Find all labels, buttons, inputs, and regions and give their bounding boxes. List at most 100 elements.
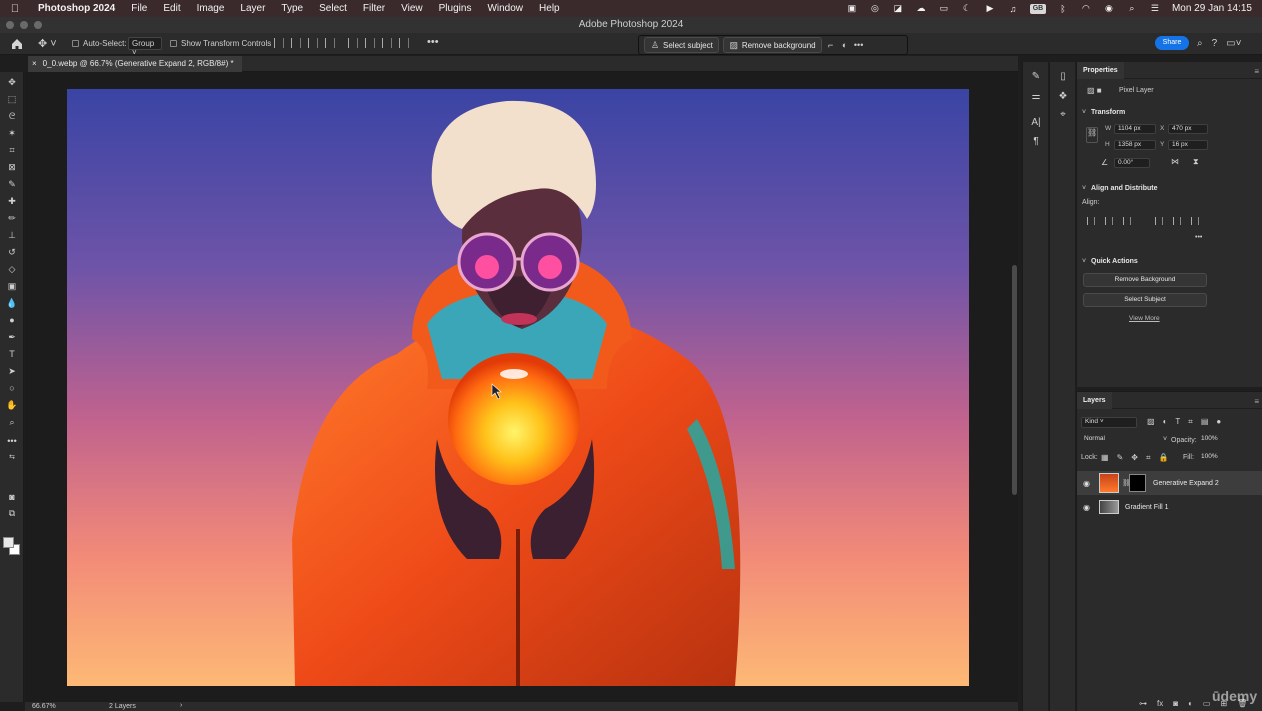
menu-filter[interactable]: Filter: [355, 3, 393, 14]
spotlight-search-icon[interactable]: ⌕: [1126, 3, 1138, 14]
libraries-icon[interactable]: ▯: [1057, 70, 1069, 82]
height-field[interactable]: 1358 px: [1114, 140, 1156, 150]
history-brush-tool-icon[interactable]: ↺: [5, 245, 19, 259]
menu-type[interactable]: Type: [273, 3, 311, 14]
cloud-icon[interactable]: ☁: [915, 3, 927, 14]
lasso-tool-icon[interactable]: ᘓ: [5, 109, 19, 123]
crop-tool-icon[interactable]: ⌗: [5, 143, 19, 157]
panel-align-top-icon[interactable]: [1155, 217, 1163, 225]
blend-mode-chevron-icon[interactable]: ˅: [1163, 436, 1167, 443]
new-adjustment-icon[interactable]: ◐: [1188, 699, 1193, 708]
add-mask-icon[interactable]: ◙: [1173, 699, 1178, 708]
home-icon[interactable]: [10, 37, 24, 51]
remove-background-quick-button[interactable]: Remove Background: [1083, 273, 1207, 287]
menu-select[interactable]: Select: [311, 3, 355, 14]
auto-select-checkbox[interactable]: Auto-Select:: [72, 39, 127, 48]
adjustments-sliders-icon[interactable]: ⚌: [1030, 90, 1042, 102]
flip-horizontal-icon[interactable]: ⋈: [1171, 157, 1179, 166]
adjust-circle-icon[interactable]: ◐: [840, 40, 850, 50]
opacity-field[interactable]: 100%: [1198, 435, 1228, 445]
healing-brush-tool-icon[interactable]: ✚: [5, 194, 19, 208]
link-layers-icon[interactable]: ⊶: [1139, 699, 1147, 708]
close-tab-icon[interactable]: ×: [32, 56, 37, 72]
move-tool-icon[interactable]: ✥: [5, 75, 19, 89]
pen-tool-icon[interactable]: ✒: [5, 330, 19, 344]
menu-window[interactable]: Window: [479, 3, 531, 14]
align-right-icon[interactable]: [308, 38, 318, 48]
panel-align-right-icon[interactable]: [1123, 217, 1131, 225]
panel-align-bottom-icon[interactable]: [1191, 217, 1199, 225]
align-more-icon[interactable]: •••: [1195, 234, 1202, 241]
show-transform-controls-checkbox[interactable]: Show Transform Controls: [170, 39, 271, 48]
layer-row[interactable]: ◉ ⛓ Generative Expand 2: [1077, 471, 1262, 495]
filter-type-icon[interactable]: T: [1175, 417, 1180, 427]
marquee-tool-icon[interactable]: ⬚: [5, 92, 19, 106]
play-icon[interactable]: ▶: [984, 3, 996, 14]
kind-filter-dropdown[interactable]: Kind ˅: [1081, 417, 1137, 428]
select-subject-button[interactable]: ♙ Select subject: [644, 37, 719, 53]
bluetooth-icon[interactable]: ᛒ: [1057, 4, 1069, 14]
menu-help[interactable]: Help: [531, 3, 568, 14]
align-vcenter-icon[interactable]: [365, 38, 375, 48]
paths-icon[interactable]: ⌖: [1057, 108, 1069, 120]
menu-image[interactable]: Image: [189, 3, 233, 14]
workspace-icon[interactable]: ▭˅: [1226, 38, 1241, 49]
paragraph-icon[interactable]: ¶: [1030, 135, 1042, 147]
view-more-link[interactable]: View More: [1129, 315, 1160, 322]
path-select-tool-icon[interactable]: ➤: [5, 364, 19, 378]
screen-mode-icon[interactable]: ⧉: [5, 506, 19, 520]
layer-name[interactable]: Generative Expand 2: [1153, 480, 1219, 487]
align-hcenter-icon[interactable]: [291, 38, 301, 48]
apple-icon[interactable]: : [0, 3, 30, 15]
control-center-icon[interactable]: ☰: [1149, 3, 1161, 14]
focus-moon-icon[interactable]: ☾: [961, 3, 973, 14]
auto-select-target-dropdown[interactable]: Group ˅: [128, 37, 162, 57]
layer-row[interactable]: ◉ Gradient Fill 1: [1077, 495, 1262, 519]
edit-toolbar-icon[interactable]: •••: [5, 434, 19, 448]
swap-colors-icon[interactable]: ⇆: [5, 450, 19, 464]
brush-settings-icon[interactable]: ✎: [1030, 70, 1042, 82]
lock-image-icon[interactable]: ✎: [1117, 453, 1124, 463]
eye-icon[interactable]: ◉: [1083, 479, 1090, 488]
camera-icon[interactable]: ▣: [846, 3, 858, 14]
angle-field[interactable]: 0.00°: [1114, 158, 1150, 168]
x-field[interactable]: 470 px: [1168, 124, 1208, 134]
new-group-icon[interactable]: ▭: [1203, 699, 1211, 708]
properties-tab[interactable]: Properties: [1077, 62, 1124, 79]
y-field[interactable]: 16 px: [1168, 140, 1208, 150]
character-icon[interactable]: A|: [1030, 116, 1042, 128]
share-button[interactable]: Share: [1155, 36, 1189, 50]
quick-mask-icon[interactable]: ◙: [5, 490, 19, 504]
menu-file[interactable]: File: [123, 3, 155, 14]
close-window-button[interactable]: [6, 21, 14, 29]
quick-actions-chevron-icon[interactable]: ˅: [1082, 258, 1086, 265]
move-tool-preset-icon[interactable]: ✥ ˅: [38, 37, 57, 50]
lock-all-icon[interactable]: 🔒: [1158, 453, 1168, 463]
status-menu-arrow[interactable]: ›: [180, 702, 182, 709]
remove-background-button[interactable]: ▨ Remove background: [722, 37, 822, 53]
wifi-icon[interactable]: ◠: [1080, 3, 1092, 14]
clone-stamp-tool-icon[interactable]: ⊥: [5, 228, 19, 242]
filter-toggle-icon[interactable]: ●: [1216, 417, 1221, 427]
zoom-level[interactable]: 66.67%: [32, 703, 56, 710]
menu-app-name[interactable]: Photoshop 2024: [30, 3, 123, 14]
screenshot-icon[interactable]: ◪: [892, 3, 904, 14]
eye-icon[interactable]: ◉: [1083, 503, 1090, 512]
width-field[interactable]: 1104 px: [1114, 124, 1156, 134]
filter-pixel-icon[interactable]: ▨: [1147, 417, 1155, 427]
menu-view[interactable]: View: [393, 3, 431, 14]
flip-vertical-icon[interactable]: ⧗: [1193, 157, 1199, 167]
crop-icon[interactable]: ⌐: [826, 40, 836, 50]
fx-icon[interactable]: fx: [1157, 699, 1163, 708]
hand-tool-icon[interactable]: ✋: [5, 398, 19, 412]
object-select-tool-icon[interactable]: ✶: [5, 126, 19, 140]
transform-chevron-icon[interactable]: ˅: [1082, 109, 1086, 116]
lock-transparent-icon[interactable]: ▦: [1101, 453, 1109, 463]
zoom-window-button[interactable]: [34, 21, 42, 29]
menu-edit[interactable]: Edit: [155, 3, 188, 14]
ellipse-tool-icon[interactable]: ○: [5, 381, 19, 395]
layer-name[interactable]: Gradient Fill 1: [1125, 504, 1169, 511]
eyedropper-tool-icon[interactable]: ✎: [5, 177, 19, 191]
select-subject-quick-button[interactable]: Select Subject: [1083, 293, 1207, 307]
options-more-icon[interactable]: •••: [427, 36, 439, 48]
